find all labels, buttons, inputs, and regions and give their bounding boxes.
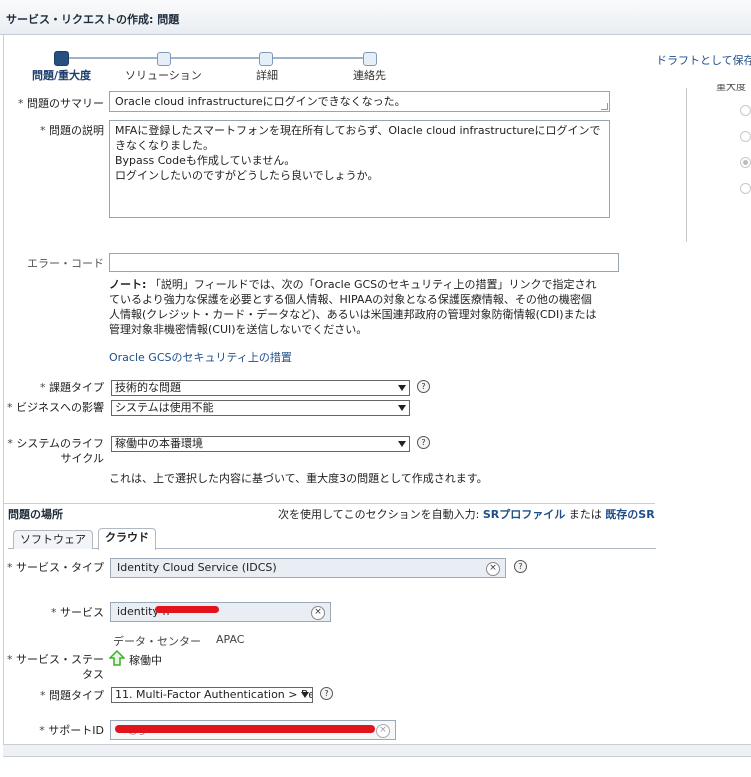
severity-radio-4[interactable] xyxy=(740,183,751,194)
tab-software[interactable]: ソフトウェア xyxy=(13,530,93,549)
error-code-label: エラー・コード xyxy=(27,257,104,270)
security-note: ノート: 「説明」フィールドでは、次の「Oracle GCSのセキュリティ上の措… xyxy=(109,278,597,336)
business-impact-label: * ビジネスへの影響 xyxy=(7,401,104,414)
train-label-3[interactable]: 詳細 xyxy=(256,67,278,83)
lifecycle-label: * システムのライフサイクル xyxy=(7,437,104,465)
severity-radio-3[interactable] xyxy=(740,157,751,168)
train-step-4[interactable] xyxy=(363,52,377,66)
bottom-bar xyxy=(3,744,751,757)
summary-input[interactable]: Oracle cloud infrastructureにログインできなくなった。 xyxy=(109,91,610,112)
error-code-input[interactable] xyxy=(109,253,619,272)
location-title: 問題の場所 xyxy=(8,508,63,521)
save-draft-link[interactable]: ドラフトとして保存 xyxy=(656,52,751,68)
service-type-input[interactable]: Identity Cloud Service (IDCS) × xyxy=(110,558,506,578)
section-divider xyxy=(4,503,655,504)
train-step-3[interactable] xyxy=(259,52,273,66)
support-id-label: * サポートID xyxy=(39,724,104,737)
security-measures-link[interactable]: Oracle GCSのセキュリティ上の措置 xyxy=(109,349,292,365)
service-label: * サービス xyxy=(51,606,104,619)
train-line xyxy=(60,57,370,59)
page-title: サービス・リクエストの作成: 問題 xyxy=(6,13,180,26)
severity-radio-2[interactable] xyxy=(740,131,751,142)
service-status-value: 稼働中 xyxy=(129,654,162,667)
redaction-mark xyxy=(115,725,375,733)
title-bar: サービス・リクエストの作成: 問題 xyxy=(0,0,751,35)
service-type-label: * サービス・タイプ xyxy=(7,561,104,574)
problem-type-select[interactable]: 11. Multi-Factor Authentication > Reset xyxy=(111,687,313,703)
help-icon[interactable]: ? xyxy=(320,687,333,700)
train-label-4[interactable]: 連絡先 xyxy=(353,67,386,83)
up-arrow-icon xyxy=(108,649,126,669)
redaction-mark xyxy=(155,606,219,613)
datacenter-value: APAC xyxy=(216,633,245,646)
issue-type-select[interactable]: 技術的な問題 xyxy=(111,380,410,396)
problem-type-label: * 問題タイプ xyxy=(40,689,104,702)
service-status-label: * サービス・ステータス xyxy=(7,653,104,681)
tab-cloud[interactable]: クラウド xyxy=(98,528,156,550)
or-text: または xyxy=(568,508,602,521)
severity-note: これは、上で選択した内容に基づいて、重大度3の問題として作成されます。 xyxy=(109,472,488,485)
business-impact-select[interactable]: システムは使用不能 xyxy=(111,400,410,416)
help-icon[interactable]: ? xyxy=(417,436,430,449)
issue-type-label: * 課題タイプ xyxy=(40,381,104,394)
train-step-2[interactable] xyxy=(157,52,171,66)
description-textarea[interactable]: MFAに登録したスマートフォンを現在所有しておらず、Olacle cloud i… xyxy=(109,120,610,218)
clear-icon[interactable]: × xyxy=(376,724,390,738)
autofill-bar: 次を使用してこのセクションを自動入力: SRプロファイル または 既存のSR xyxy=(278,506,655,522)
side-panel-divider xyxy=(686,88,687,242)
service-input[interactable]: identity h × xyxy=(110,602,331,622)
train-step-1[interactable] xyxy=(54,51,69,66)
side-panel-label: 重大度 xyxy=(716,84,746,93)
description-label: * 問題の説明 xyxy=(40,124,104,137)
autofill-text: 次を使用してこのセクションを自動入力: xyxy=(278,508,480,521)
sr-profile-link[interactable]: SRプロファイル xyxy=(483,508,565,521)
existing-sr-link[interactable]: 既存のSR xyxy=(605,508,654,521)
summary-label: * 問題のサマリー xyxy=(18,97,104,110)
datacenter-label: データ・センター xyxy=(113,635,201,648)
help-icon[interactable]: ? xyxy=(417,380,430,393)
clear-icon[interactable]: × xyxy=(311,606,325,620)
train-label-2[interactable]: ソリューション xyxy=(125,67,202,83)
help-icon[interactable]: ? xyxy=(514,560,527,573)
train-label-1[interactable]: 問題/重大度 xyxy=(32,67,91,83)
lifecycle-select[interactable]: 稼働中の本番環境 xyxy=(111,436,410,452)
clear-icon[interactable]: × xyxy=(486,562,500,576)
severity-radio-1[interactable] xyxy=(740,105,751,116)
